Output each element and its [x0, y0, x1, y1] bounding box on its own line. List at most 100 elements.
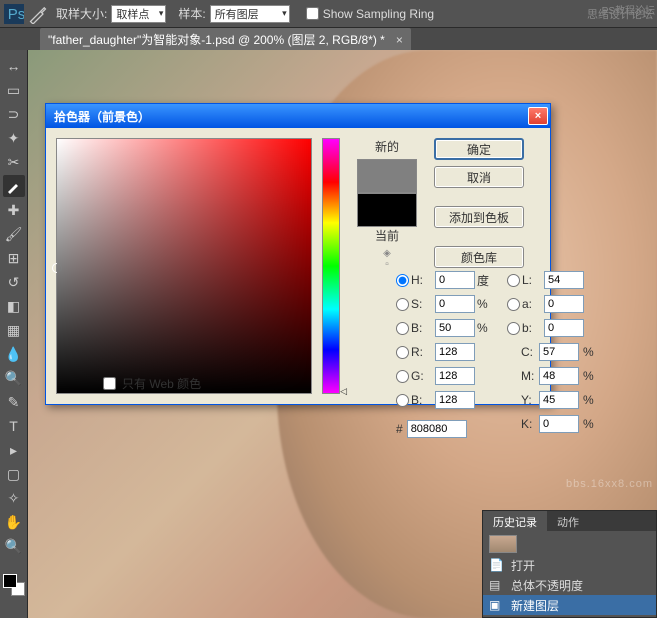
hex-hash: #	[396, 422, 403, 436]
pct-k: %	[583, 417, 594, 431]
document-tab[interactable]: "father_daughter"为智能对象-1.psd @ 200% (图层 …	[40, 28, 411, 51]
b-lab-label: b:	[522, 321, 544, 335]
watermark-top: PS教程论坛	[602, 2, 655, 17]
dialog-close-button[interactable]: ×	[528, 107, 548, 125]
marquee-tool[interactable]: ▭	[3, 79, 25, 101]
hue-slider[interactable]: ◁	[322, 138, 340, 394]
hand-tool[interactable]: ✋	[3, 511, 25, 533]
sample-size-label: 取样大小:	[56, 5, 107, 22]
cancel-button[interactable]: 取消	[434, 166, 524, 188]
pct-m: %	[583, 369, 594, 383]
color-swatches[interactable]	[3, 574, 25, 596]
color-field-marker[interactable]	[52, 263, 62, 273]
pct-c: %	[583, 345, 594, 359]
zoom-tool[interactable]: 🔍	[3, 535, 25, 557]
l-radio[interactable]	[507, 274, 520, 287]
history-item-label: 打开	[511, 557, 535, 574]
pct-unit-1: %	[477, 297, 495, 311]
healing-brush-tool[interactable]: ✚	[3, 199, 25, 221]
dialog-titlebar[interactable]: 拾色器（前景色） ×	[46, 104, 550, 128]
gradient-tool[interactable]: ▦	[3, 319, 25, 341]
b-hsb-input[interactable]	[435, 319, 475, 337]
move-tool[interactable]: ↔	[3, 55, 25, 77]
tools-panel: ↔ ▭ ⊃ ✦ ✂ ✚ 🖌 ⊞ ↺ ◧ ▦ 💧 🔍 ✎ T ▸ ▢ ✧ ✋ 🔍	[0, 50, 28, 618]
web-colors-checkbox[interactable]	[103, 377, 116, 390]
b-rgb-label: B:	[411, 393, 435, 407]
a-input[interactable]	[544, 295, 584, 313]
b-lab-input[interactable]	[544, 319, 584, 337]
new-layer-step-icon: ▣	[489, 598, 505, 612]
k-input[interactable]	[539, 415, 579, 433]
pen-tool[interactable]: ✎	[3, 391, 25, 413]
pct-unit-2: %	[477, 321, 495, 335]
color-libraries-button[interactable]: 颜色库	[434, 246, 524, 268]
actions-tab[interactable]: 动作	[547, 511, 589, 531]
sample-dropdown[interactable]: 所有图层	[210, 5, 290, 23]
history-item-open[interactable]: 📄打开	[483, 555, 656, 575]
history-item-new-layer[interactable]: ▣ 新建图层	[483, 595, 656, 615]
ok-button[interactable]: 确定	[434, 138, 524, 160]
new-color-label: 新的	[352, 138, 422, 155]
warning-icons: ◈▫	[352, 248, 422, 270]
h-label: H:	[411, 273, 435, 287]
ps-logo-icon: Ps	[4, 4, 24, 24]
hex-input[interactable]	[407, 420, 467, 438]
crop-tool[interactable]: ✂	[3, 151, 25, 173]
color-field[interactable]	[56, 138, 312, 394]
l-input[interactable]	[544, 271, 584, 289]
h-input[interactable]	[435, 271, 475, 289]
history-snapshot[interactable]	[483, 533, 656, 555]
document-tab-bar: "father_daughter"为智能对象-1.psd @ 200% (图层 …	[0, 28, 657, 50]
k-label: K:	[521, 417, 539, 431]
clone-stamp-tool[interactable]: ⊞	[3, 247, 25, 269]
h-radio[interactable]	[396, 274, 409, 287]
show-sampling-ring-checkbox[interactable]	[306, 7, 319, 20]
document-tab-close-icon[interactable]: ×	[396, 33, 403, 47]
blur-tool[interactable]: 💧	[3, 343, 25, 365]
sample-size-dropdown[interactable]: 取样点	[111, 5, 166, 23]
shape-tool[interactable]: ▢	[3, 463, 25, 485]
s-radio[interactable]	[396, 298, 409, 311]
eyedropper-tool-icon[interactable]	[28, 4, 48, 24]
document-tab-title: "father_daughter"为智能对象-1.psd @ 200% (图层 …	[48, 33, 385, 47]
history-item-label: 新建图层	[511, 597, 559, 614]
r-input[interactable]	[435, 343, 475, 361]
eyedropper-tool[interactable]	[3, 175, 25, 197]
eraser-tool[interactable]: ◧	[3, 295, 25, 317]
foreground-color-swatch[interactable]	[3, 574, 17, 588]
brush-tool[interactable]: 🖌	[3, 223, 25, 245]
lasso-tool[interactable]: ⊃	[3, 103, 25, 125]
current-color-label: 当前	[352, 227, 422, 244]
magic-wand-tool[interactable]: ✦	[3, 127, 25, 149]
hue-slider-handle[interactable]: ◁	[340, 386, 347, 397]
s-input[interactable]	[435, 295, 475, 313]
deg-unit: 度	[477, 272, 495, 289]
watermark: bbs.16xx8.com	[566, 478, 653, 490]
b-rgb-radio[interactable]	[396, 394, 409, 407]
history-brush-tool[interactable]: ↺	[3, 271, 25, 293]
web-colors-only-wrap[interactable]: 只有 Web 颜色	[103, 375, 201, 392]
c-input[interactable]	[539, 343, 579, 361]
l-label: L:	[522, 273, 544, 287]
r-radio[interactable]	[396, 346, 409, 359]
m-input[interactable]	[539, 367, 579, 385]
dodge-tool[interactable]: 🔍	[3, 367, 25, 389]
current-color-preview[interactable]	[357, 193, 417, 227]
add-swatch-button[interactable]: 添加到色板	[434, 206, 524, 228]
y-input[interactable]	[539, 391, 579, 409]
sample-label: 样本:	[178, 5, 205, 22]
a-radio[interactable]	[507, 298, 520, 311]
type-tool[interactable]: T	[3, 415, 25, 437]
g-radio[interactable]	[396, 370, 409, 383]
b-rgb-input[interactable]	[435, 391, 475, 409]
history-item-opacity[interactable]: ▤总体不透明度	[483, 575, 656, 595]
show-sampling-ring-label: Show Sampling Ring	[323, 7, 434, 21]
b-hsb-radio[interactable]	[396, 322, 409, 335]
path-selection-tool[interactable]: ▸	[3, 439, 25, 461]
history-tab[interactable]: 历史记录	[483, 511, 547, 531]
history-panel: 历史记录 动作 📄打开 ▤总体不透明度 ▣ 新建图层	[482, 510, 657, 618]
g-input[interactable]	[435, 367, 475, 385]
3d-tool[interactable]: ✧	[3, 487, 25, 509]
show-sampling-ring-wrap[interactable]: Show Sampling Ring	[306, 7, 434, 21]
b-lab-radio[interactable]	[507, 322, 520, 335]
